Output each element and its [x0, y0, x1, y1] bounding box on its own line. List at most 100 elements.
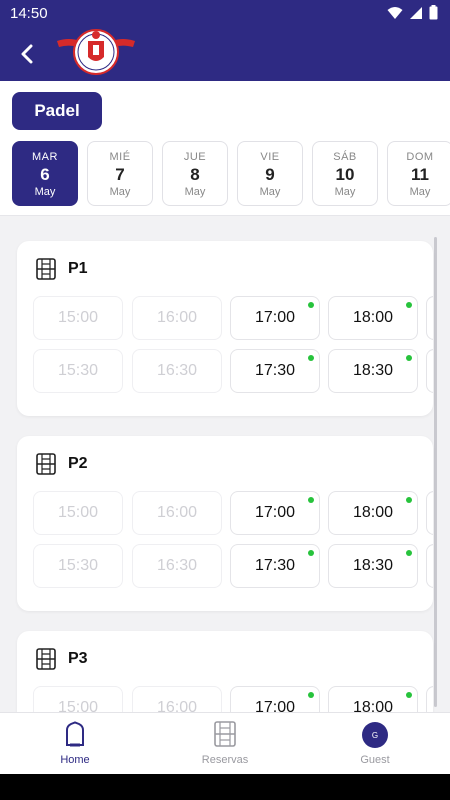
day-month: May: [184, 186, 206, 198]
bottom-nav: Home Reservas G Guest: [0, 712, 450, 774]
court-card-p2: P2 15:00 16:00 17:00 18:00 15:30 16:30 1…: [17, 436, 433, 611]
day-dow: JUE: [183, 151, 207, 163]
court-name: P1: [68, 260, 88, 277]
nav-reservas-label: Reservas: [201, 754, 249, 766]
day-number: 10: [335, 165, 355, 184]
arrow-left-icon: [21, 44, 33, 64]
time-slot[interactable]: 17:00: [230, 296, 320, 340]
day-dow: DOM: [406, 151, 434, 163]
court-name: P3: [68, 650, 88, 667]
time-slot[interactable]: 18:00: [328, 491, 418, 535]
time-slot: 15:00: [33, 491, 123, 535]
day-dow: MIÉ: [109, 151, 131, 163]
court-icon: [36, 453, 56, 475]
day-chip-4[interactable]: SÁB 10 May: [312, 141, 378, 206]
slot-time: 17:30: [254, 557, 296, 574]
slot-time: 18:00: [352, 504, 394, 521]
available-dot: [406, 355, 412, 361]
day-chip-1[interactable]: MIÉ 7 May: [87, 141, 153, 206]
time-slot[interactable]: 17:00: [230, 491, 320, 535]
time-slot-partial[interactable]: [426, 349, 433, 393]
day-month: May: [109, 186, 131, 198]
time-slot[interactable]: 18:00: [328, 686, 418, 712]
time-slot[interactable]: 18:30: [328, 544, 418, 588]
court-header: P2: [36, 453, 88, 475]
time-slot: 16:00: [132, 491, 222, 535]
avatar: G: [362, 722, 388, 748]
status-icons: [387, 5, 438, 20]
battery-icon: [429, 5, 438, 20]
time-slot: 16:30: [132, 544, 222, 588]
time-slot: 15:30: [33, 349, 123, 393]
available-dot: [308, 497, 314, 503]
time-slot: 16:00: [132, 296, 222, 340]
day-chip-0[interactable]: MAR 6 May: [12, 141, 78, 206]
day-month: May: [259, 186, 281, 198]
slot-time: 17:00: [254, 504, 296, 521]
available-dot: [406, 302, 412, 308]
available-dot: [406, 692, 412, 698]
time-slot[interactable]: 17:00: [230, 686, 320, 712]
time-slot: 16:00: [132, 686, 222, 712]
time-slot[interactable]: 17:30: [230, 349, 320, 393]
day-chip-2[interactable]: JUE 8 May: [162, 141, 228, 206]
day-month: May: [409, 186, 431, 198]
scrollbar[interactable]: [434, 237, 437, 707]
day-dow: SÁB: [333, 151, 357, 163]
court-name: P2: [68, 455, 88, 472]
available-dot: [308, 302, 314, 308]
day-dow: VIE: [260, 151, 280, 163]
day-dow: MAR: [32, 151, 58, 163]
status-time: 14:50: [10, 5, 48, 22]
slot-time: 17:00: [254, 309, 296, 326]
court-header: P3: [36, 648, 88, 670]
time-slot: 16:30: [132, 349, 222, 393]
court-icon: [36, 648, 56, 670]
time-slot[interactable]: 18:00: [328, 296, 418, 340]
day-chip-5[interactable]: DOM 11 May: [387, 141, 450, 206]
court-list[interactable]: P1 15:00 16:00 17:00 18:00 15:30 16:30 1…: [0, 217, 450, 712]
time-slot[interactable]: 18:30: [328, 349, 418, 393]
time-slot-partial[interactable]: [426, 491, 433, 535]
available-dot: [308, 550, 314, 556]
sport-chip-padel[interactable]: Padel: [12, 92, 102, 130]
day-month: May: [334, 186, 356, 198]
day-number: 7: [115, 165, 125, 184]
time-slot[interactable]: 17:30: [230, 544, 320, 588]
court-icon: [36, 258, 56, 280]
day-number: 11: [411, 165, 429, 184]
time-slot-partial[interactable]: [426, 686, 433, 712]
filter-section: Padel MAR 6 May MIÉ 7 May JUE 8 May VIE …: [0, 81, 450, 216]
club-logo: [57, 29, 135, 75]
day-chip-3[interactable]: VIE 9 May: [237, 141, 303, 206]
wifi-icon: [387, 6, 403, 19]
time-slot-partial[interactable]: [426, 296, 433, 340]
time-slot: 15:30: [33, 544, 123, 588]
court-card-p1: P1 15:00 16:00 17:00 18:00 15:30 16:30 1…: [17, 241, 433, 416]
day-number: 8: [190, 165, 200, 184]
nav-reservas[interactable]: Reservas: [150, 713, 300, 775]
nav-guest-label: Guest: [360, 754, 390, 766]
court-card-p3: P3 15:00 16:00 17:00 18:00: [17, 631, 433, 712]
slot-time: 18:00: [352, 699, 394, 712]
app-bar: [0, 27, 450, 81]
available-dot: [308, 355, 314, 361]
slot-time: 18:30: [352, 362, 394, 379]
day-number: 9: [265, 165, 275, 184]
time-slot: 15:00: [33, 686, 123, 712]
slot-time: 17:00: [254, 699, 296, 712]
signal-icon: [410, 6, 422, 19]
time-slot-partial[interactable]: [426, 544, 433, 588]
home-icon: [66, 721, 84, 747]
available-dot: [406, 497, 412, 503]
back-button[interactable]: [14, 40, 42, 68]
day-number: 6: [40, 165, 50, 184]
day-month: May: [34, 186, 56, 198]
system-navigation-bar: [0, 774, 450, 800]
nav-home[interactable]: Home: [0, 713, 150, 775]
court-icon: [214, 721, 236, 747]
slot-time: 18:00: [352, 309, 394, 326]
available-dot: [406, 550, 412, 556]
nav-guest[interactable]: G Guest: [300, 713, 450, 775]
time-slot: 15:00: [33, 296, 123, 340]
